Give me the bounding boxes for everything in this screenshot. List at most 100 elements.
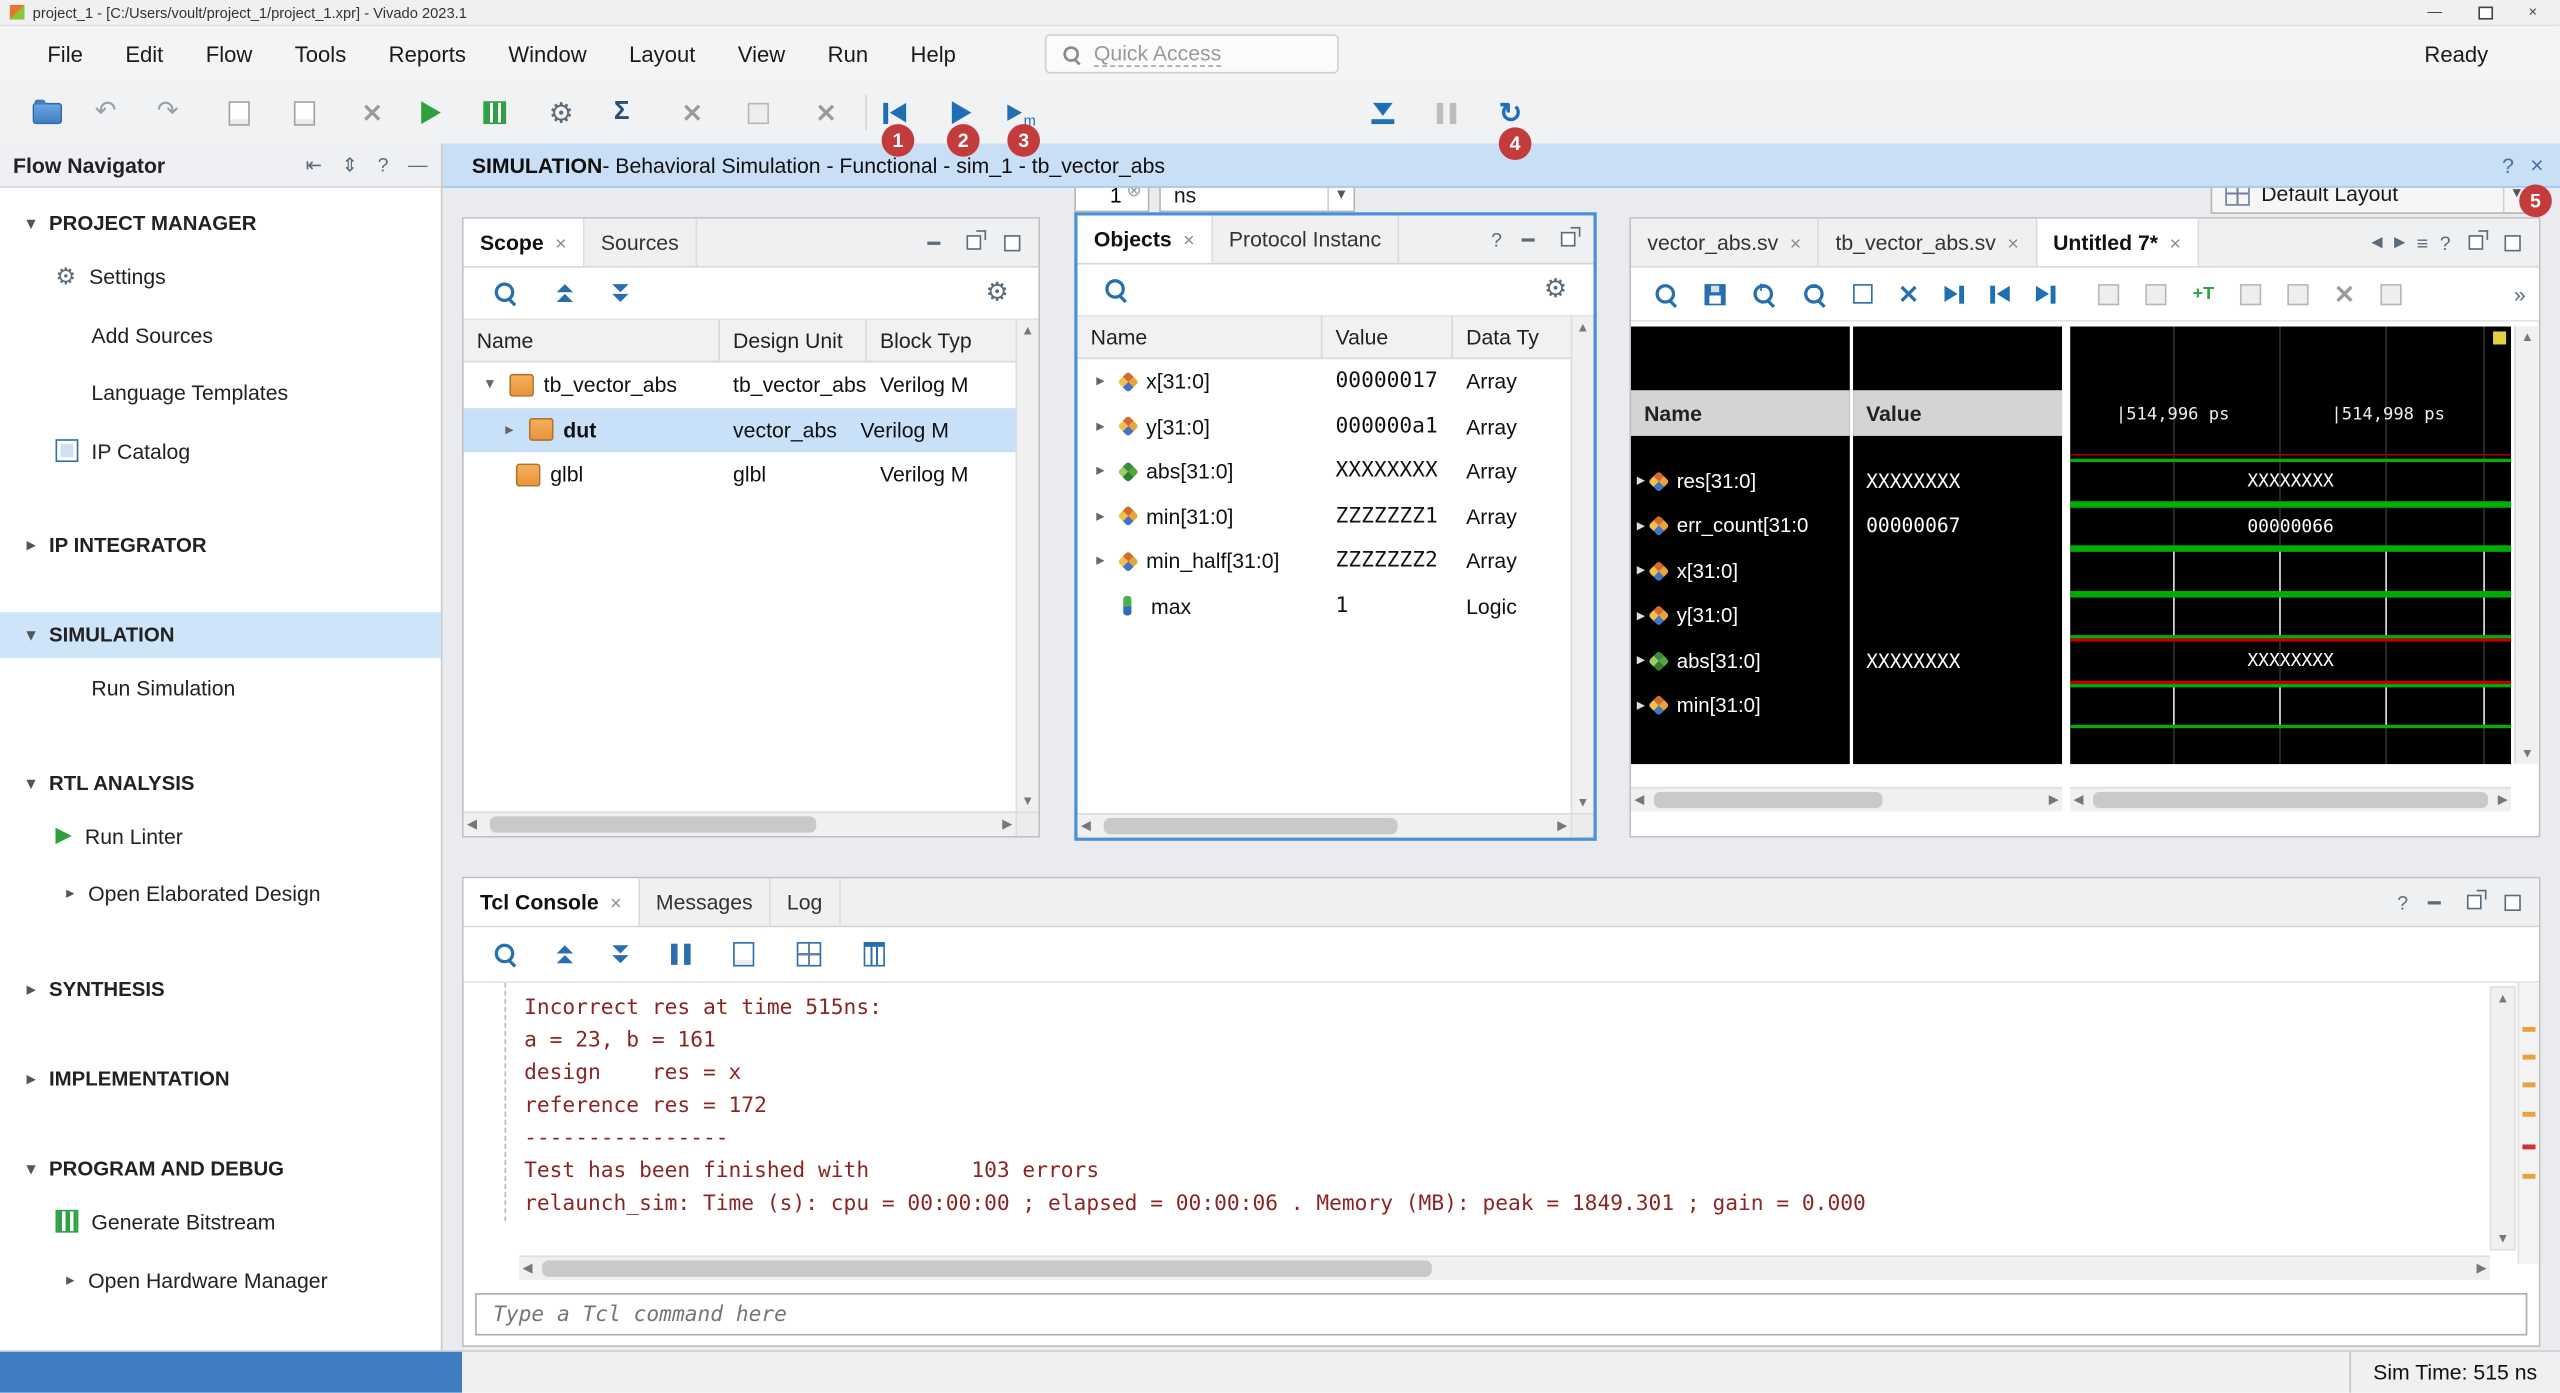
menu-edit[interactable]: Edit (104, 26, 184, 82)
vertical-scrollbar[interactable]: ▲▼ (1016, 320, 1039, 811)
chevron-right-icon[interactable]: ▸ (1631, 652, 1651, 670)
close-tab-icon[interactable]: × (1183, 228, 1194, 251)
table-row-selected[interactable]: ▸dut vector_abs Verilog M (464, 407, 1016, 452)
column-header-name[interactable]: Name (464, 320, 720, 361)
chevron-right-icon[interactable]: ▸ (1091, 418, 1111, 436)
sidebar-item-run-simulation[interactable]: Run Simulation (0, 664, 441, 710)
wave-name-header[interactable]: Name (1631, 390, 1850, 436)
horizontal-scrollbar[interactable]: ◀ ▶ (2070, 787, 2511, 811)
menu-tools[interactable]: Tools (274, 26, 368, 82)
prev-marker-button-disabled[interactable] (2240, 283, 2261, 304)
column-header-data-type[interactable]: Data Ty (1453, 317, 1571, 358)
menu-file[interactable]: File (26, 26, 104, 82)
close-tab-icon[interactable]: × (1790, 231, 1801, 254)
wave-plot-area[interactable]: |514,996 ps |514,998 ps XXXXXXXX 0000006… (2070, 327, 2511, 765)
sidebar-item-add-sources[interactable]: Add Sources (0, 312, 441, 358)
swap-cursors-button-disabled[interactable] (2381, 283, 2402, 304)
sidebar-item-run-linter[interactable]: Run Linter (0, 813, 441, 859)
table-row[interactable]: ▸x[31:0] 00000017 Array (1078, 359, 1571, 404)
wave-value-header[interactable]: Value (1853, 390, 2062, 436)
disabled-tool-button-2[interactable] (748, 96, 769, 129)
tab-messages[interactable]: Messages (640, 878, 771, 925)
menu-reports[interactable]: Reports (367, 26, 487, 82)
column-header-name[interactable]: Name (1078, 317, 1323, 358)
maximize-panel-button[interactable] (2500, 889, 2526, 915)
open-project-button[interactable] (33, 96, 62, 129)
help-icon[interactable]: ? (2397, 892, 2408, 912)
chevron-right-icon[interactable]: ▸ (1091, 462, 1111, 480)
tab-list-icon[interactable]: ≡ (2417, 233, 2428, 253)
tab-untitled-7[interactable]: Untitled 7*× (2037, 219, 2199, 266)
scroll-down-arrow[interactable]: ▼ (1017, 793, 1038, 808)
window-maximize-button[interactable] (2478, 6, 2493, 19)
scroll-up-arrow[interactable]: ▲ (2491, 991, 2514, 1006)
search-button[interactable] (493, 942, 517, 966)
scroll-right-arrow[interactable]: ▶ (2476, 1260, 2486, 1275)
wave-signal-name[interactable]: ▸min[31:0] (1631, 683, 1850, 728)
step-button[interactable] (1371, 96, 1394, 129)
minimize-panel-icon[interactable]: — (408, 155, 428, 175)
scroll-left-arrow[interactable]: ◀ (1081, 818, 1091, 833)
sidebar-section-synthesis[interactable]: ▸ SYNTHESIS (0, 967, 441, 1013)
prev-transition-button-disabled[interactable] (2098, 283, 2119, 304)
window-minimize-button[interactable]: — (2427, 5, 2442, 20)
horizontal-scrollbar[interactable]: ◀ ▶ (464, 811, 1016, 835)
table-row[interactable]: glbl glbl Verilog M (464, 452, 1016, 497)
close-tab-icon[interactable]: × (2007, 231, 2018, 254)
pause-output-button[interactable] (671, 944, 691, 965)
sidebar-item-settings[interactable]: ⚙ Settings (0, 253, 441, 299)
column-header-design-unit[interactable]: Design Unit (720, 320, 867, 361)
h-scrollbar-thumb[interactable] (1654, 792, 1883, 808)
delete-button[interactable] (362, 96, 382, 129)
horizontal-scrollbar[interactable]: ◀ ▶ (519, 1256, 2490, 1280)
prev-tab-icon[interactable]: ◀ (2371, 235, 2382, 250)
error-tick[interactable] (2522, 1144, 2535, 1149)
expand-all-button[interactable] (612, 945, 628, 963)
table-row[interactable]: ▸min_half[31:0] ZZZZZZZ2 Array (1078, 539, 1571, 584)
sidebar-item-generate-bitstream[interactable]: Generate Bitstream (0, 1198, 441, 1244)
window-close-button[interactable]: × (2529, 5, 2538, 20)
wave-signal-name[interactable]: ▸x[31:0] (1631, 549, 1850, 594)
chevron-right-icon[interactable]: ▸ (1631, 562, 1651, 580)
clear-console-button[interactable] (864, 942, 885, 966)
scroll-down-arrow[interactable]: ▼ (2491, 1231, 2514, 1246)
settings-gear-button[interactable]: ⚙ (1544, 277, 1567, 303)
sidebar-item-language-templates[interactable]: Language Templates (0, 369, 441, 415)
tab-protocol-instances[interactable]: Protocol Instanc (1213, 216, 1399, 263)
zoom-in-button[interactable]: + (1752, 282, 1776, 306)
search-button[interactable] (493, 281, 517, 305)
help-icon[interactable]: ? (1491, 229, 1502, 249)
scroll-right-arrow[interactable]: ▶ (2498, 792, 2508, 807)
marker-flag[interactable] (2493, 331, 2506, 344)
settings-gear-button[interactable]: ⚙ (986, 280, 1009, 306)
sidebar-section-simulation[interactable]: ▾ SIMULATION (0, 612, 441, 658)
next-transition-button-disabled[interactable] (2145, 283, 2166, 304)
scroll-left-arrow[interactable]: ◀ (1634, 792, 1644, 807)
warning-tick[interactable] (2522, 1082, 2535, 1087)
menu-flow[interactable]: Flow (185, 26, 274, 82)
search-button[interactable] (1654, 282, 1678, 306)
disabled-tool-button-3[interactable] (816, 96, 836, 129)
tcl-console-output[interactable]: Incorrect res at time 515ns: a = 23, b =… (464, 983, 2490, 1257)
quick-access-search[interactable]: Quick Access (1045, 34, 1339, 73)
help-icon[interactable]: ? (2502, 154, 2514, 175)
vertical-scrollbar[interactable]: ▲▼ (2514, 327, 2538, 765)
minimize-panel-button[interactable] (1515, 226, 1541, 252)
float-panel-button[interactable] (960, 229, 986, 255)
expand-all-button[interactable] (612, 284, 628, 302)
run-steps-button[interactable] (483, 96, 506, 129)
h-scrollbar-thumb[interactable] (2093, 792, 2488, 808)
scroll-left-arrow[interactable]: ◀ (522, 1260, 532, 1275)
copy-button[interactable] (229, 96, 250, 129)
redo-button[interactable]: ↷ (157, 96, 179, 129)
tab-objects[interactable]: Objects× (1078, 216, 1213, 263)
go-to-start-button[interactable] (1990, 285, 2010, 303)
wave-signal-name[interactable]: ▸res[31:0] (1631, 459, 1850, 504)
chevron-down-icon[interactable]: ▾ (480, 376, 500, 394)
next-marker-button-disabled[interactable] (2288, 283, 2309, 304)
undo-button[interactable]: ↶ (95, 96, 117, 129)
tab-sources[interactable]: Sources (585, 219, 697, 266)
next-tab-icon[interactable]: ▶ (2394, 235, 2405, 250)
vertical-scrollbar[interactable]: ▲▼ (1571, 317, 1594, 813)
help-icon[interactable]: ? (378, 155, 389, 175)
